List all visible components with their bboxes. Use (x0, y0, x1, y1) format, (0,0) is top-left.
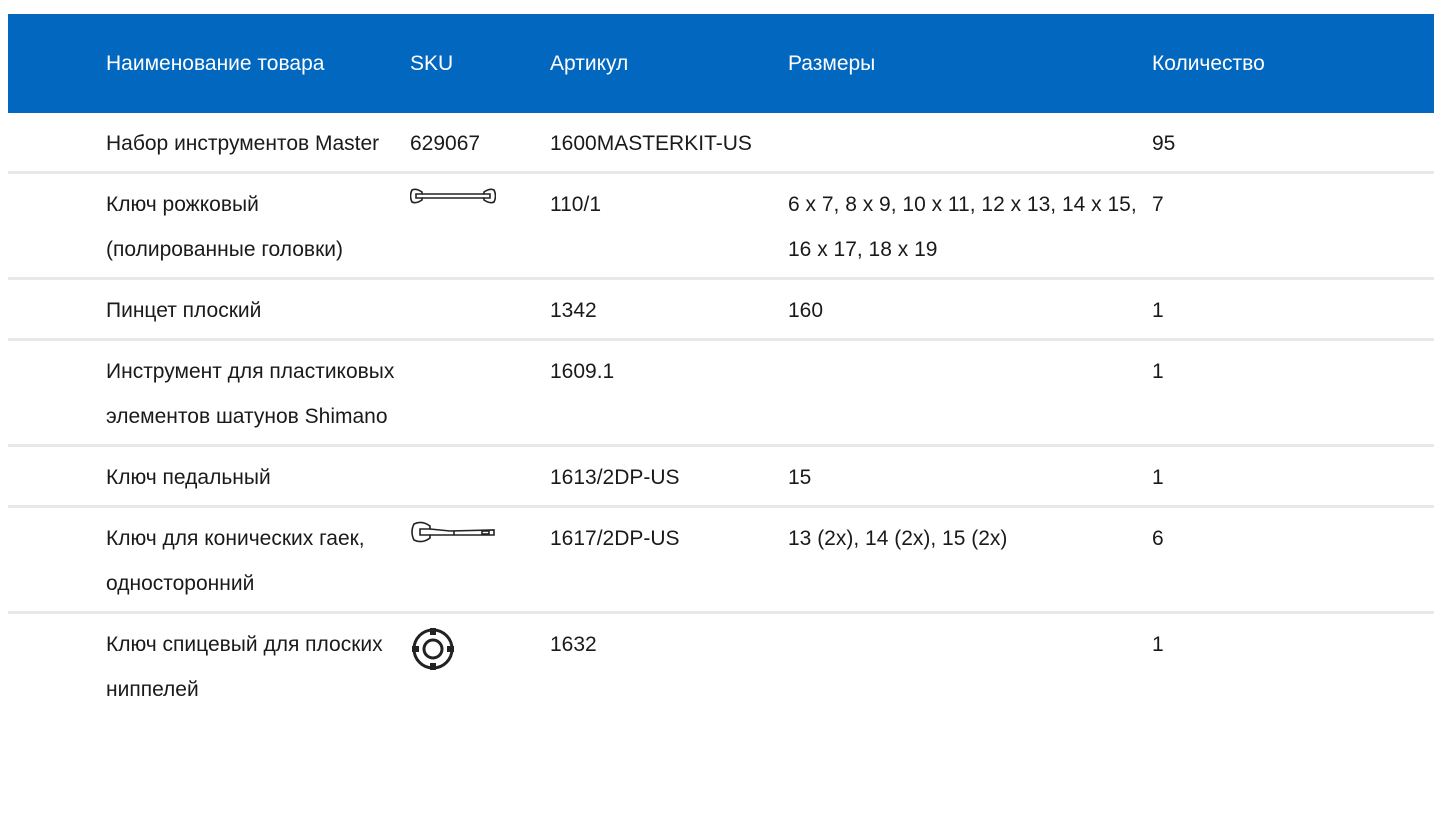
table-row: Набор инструментов Master 629067 1600MAS… (8, 113, 1434, 174)
cell-name-text: Ключ спицевый для плоских ниппелей (106, 633, 383, 701)
cell-sizes (788, 613, 1152, 718)
open-end-wrench-icon (410, 186, 550, 206)
cell-name-text: Пинцет плоский (106, 299, 262, 322)
table-header-row: Наименование товара SKU Артикул Размеры … (8, 14, 1434, 113)
cell-name-text: Ключ для конических гаек, односторонний (106, 527, 365, 595)
cell-sku (410, 613, 550, 718)
cell-article-text: 1632 (550, 633, 597, 656)
cell-sizes: 15 (788, 445, 1152, 508)
cell-sku (410, 445, 550, 508)
product-table-container: Наименование товара SKU Артикул Размеры … (0, 0, 1434, 814)
cell-article: 1632 (550, 613, 788, 718)
header-sizes: Размеры (788, 51, 876, 75)
cell-name: Инструмент для пластиковых элементов шат… (8, 339, 410, 447)
cell-article-text: 1342 (550, 299, 597, 322)
cell-quantity: 7 (1152, 172, 1434, 280)
cell-article-text: 1617/2DP-US (550, 527, 680, 550)
cell-sku (410, 506, 550, 614)
table-row: Ключ для конических гаек, односторонний … (8, 506, 1434, 614)
cell-sizes (788, 113, 1152, 174)
cell-sizes (788, 339, 1152, 447)
cell-article-text: 1600MASTERKIT-US (550, 132, 752, 155)
cone-wrench-icon (410, 520, 550, 546)
cell-name-text: Набор инструментов Master (106, 132, 380, 155)
cell-sku-text: 629067 (410, 132, 481, 155)
cell-article-text: 110/1 (550, 193, 601, 216)
cell-sku (410, 172, 550, 280)
spoke-wrench-icon (410, 626, 550, 672)
cell-quantity-text: 1 (1152, 299, 1164, 322)
cell-name: Ключ спицевый для плоских ниппелей (8, 613, 410, 718)
cell-quantity: 95 (1152, 113, 1434, 174)
cell-article: 1613/2DP-US (550, 445, 788, 508)
header-article: Артикул (550, 51, 629, 75)
cell-article-text: 1609.1 (550, 360, 615, 383)
cell-sizes: 160 (788, 278, 1152, 341)
table-row: Пинцет плоский 1342 160 1 (8, 278, 1434, 341)
cell-name-text: Ключ педальный (106, 466, 271, 489)
cell-article: 110/1 (550, 172, 788, 280)
cell-quantity-text: 1 (1152, 360, 1164, 383)
table-row: Ключ педальный 1613/2DP-US 15 1 (8, 445, 1434, 508)
header-sku: SKU (410, 51, 454, 75)
cell-article: 1600MASTERKIT-US (550, 113, 788, 174)
cell-sizes-text: 160 (788, 299, 824, 322)
cell-sizes: 13 (2x), 14 (2x), 15 (2x) (788, 506, 1152, 614)
cell-sizes-text: 15 (788, 466, 812, 489)
cell-name: Ключ педальный (8, 445, 410, 508)
cell-name: Пинцет плоский (8, 278, 410, 341)
cell-quantity-text: 1 (1152, 633, 1164, 656)
cell-quantity: 1 (1152, 339, 1434, 447)
header-quantity: Количество (1152, 51, 1265, 75)
cell-name: Набор инструментов Master (8, 113, 410, 174)
cell-sizes-text: 6 x 7, 8 x 9, 10 x 11, 12 x 13, 14 x 15,… (788, 193, 1137, 261)
cell-quantity: 1 (1152, 445, 1434, 508)
header-name: Наименование товара (106, 51, 325, 75)
cell-name: Ключ рожковый (полированные головки) (8, 172, 410, 280)
cell-name-text: Инструмент для пластиковых элементов шат… (106, 360, 395, 428)
cell-sizes-text: 13 (2x), 14 (2x), 15 (2x) (788, 527, 1008, 550)
cell-quantity: 1 (1152, 278, 1434, 341)
cell-quantity: 1 (1152, 613, 1434, 718)
cell-name-text: Ключ рожковый (полированные головки) (106, 193, 343, 261)
product-table: Наименование товара SKU Артикул Размеры … (8, 14, 1434, 717)
cell-quantity: 6 (1152, 506, 1434, 614)
table-header: Наименование товара SKU Артикул Размеры … (8, 14, 1434, 113)
cell-sku: 629067 (410, 113, 550, 174)
cell-article: 1617/2DP-US (550, 506, 788, 614)
cell-name: Ключ для конических гаек, односторонний (8, 506, 410, 614)
table-row: Ключ рожковый (полированные головки) 110… (8, 172, 1434, 280)
cell-article-text: 1613/2DP-US (550, 466, 680, 489)
cell-quantity-text: 6 (1152, 527, 1164, 550)
cell-quantity-text: 1 (1152, 466, 1164, 489)
table-body: Набор инструментов Master 629067 1600MAS… (8, 113, 1434, 717)
cell-article: 1609.1 (550, 339, 788, 447)
table-row: Инструмент для пластиковых элементов шат… (8, 339, 1434, 447)
table-row: Ключ спицевый для плоских ниппелей 1632 … (8, 613, 1434, 718)
cell-quantity-text: 7 (1152, 193, 1164, 216)
cell-quantity-text: 95 (1152, 132, 1176, 155)
cell-sku (410, 278, 550, 341)
cell-sku (410, 339, 550, 447)
cell-article: 1342 (550, 278, 788, 341)
cell-sizes: 6 x 7, 8 x 9, 10 x 11, 12 x 13, 14 x 15,… (788, 172, 1152, 280)
